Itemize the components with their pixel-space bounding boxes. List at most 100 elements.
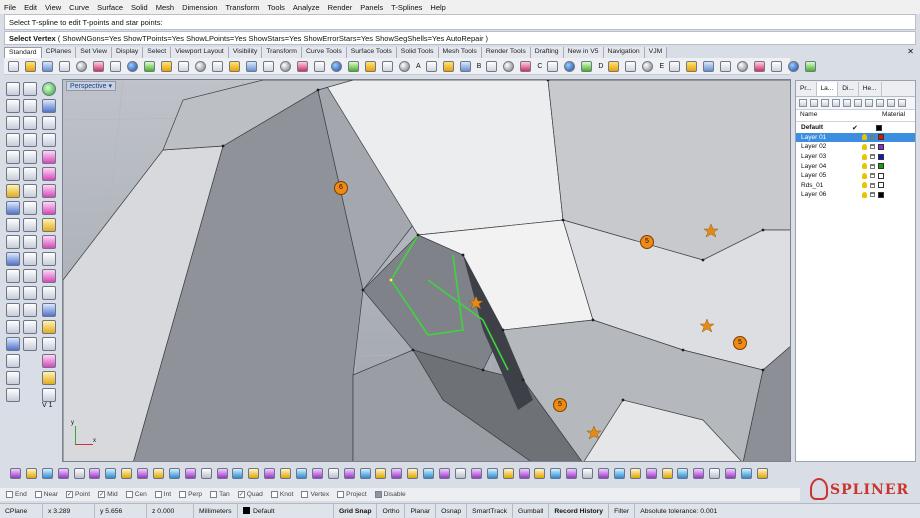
- layer-color-swatch[interactable]: [878, 191, 884, 198]
- osnap-checkbox[interactable]: [337, 491, 345, 498]
- layer-action-icon[interactable]: [854, 99, 862, 107]
- toolbar-tool-icon[interactable]: [42, 60, 53, 72]
- bottom-tool-icon[interactable]: [296, 468, 308, 479]
- tab-new-in-v5[interactable]: New in V5: [563, 47, 604, 58]
- status-units[interactable]: Millimeters: [194, 503, 238, 518]
- bottom-tool-icon[interactable]: [375, 468, 387, 479]
- left-tool-icon[interactable]: [6, 371, 20, 385]
- left-tool-icon[interactable]: [42, 218, 56, 232]
- tab-drafting[interactable]: Drafting: [530, 47, 564, 58]
- bottom-tool-icon[interactable]: [725, 468, 737, 479]
- bottom-tool-icon[interactable]: [693, 468, 705, 479]
- osnap-toggle[interactable]: Osnap: [436, 503, 468, 518]
- left-tool-icon[interactable]: [23, 82, 37, 96]
- grid-snap-toggle[interactable]: Grid Snap: [334, 503, 378, 518]
- bottom-tool-icon[interactable]: [25, 468, 37, 479]
- left-tool-icon[interactable]: [6, 116, 20, 130]
- osnap-checkbox[interactable]: [34, 491, 42, 498]
- bottom-tool-icon[interactable]: [343, 468, 355, 479]
- layer-lock-icon[interactable]: [870, 163, 875, 169]
- left-tool-icon[interactable]: [23, 303, 37, 317]
- bottom-tool-icon[interactable]: [264, 468, 276, 479]
- layer-row[interactable]: Layer 03: [796, 152, 915, 162]
- left-tool-icon[interactable]: [42, 371, 56, 385]
- menu-item-panels[interactable]: Panels: [360, 3, 383, 12]
- tspline-marker[interactable]: 6: [334, 181, 348, 195]
- toolbar-tool-icon[interactable]: [788, 60, 800, 72]
- layer-action-icon[interactable]: [843, 99, 851, 107]
- menu-item-transform[interactable]: Transform: [226, 3, 260, 12]
- osnap-checkbox[interactable]: [179, 491, 187, 498]
- toolbar-tool-icon[interactable]: [382, 60, 393, 72]
- layer-color-swatch[interactable]: [878, 172, 884, 179]
- left-tool-icon[interactable]: [6, 286, 20, 300]
- tab-set-view[interactable]: Set View: [76, 47, 112, 58]
- bottom-tool-icon[interactable]: [359, 468, 371, 479]
- bottom-tool-icon[interactable]: [10, 468, 21, 479]
- command-prompt-options[interactable]: ( ShowNGons=Yes ShowTPoints=Yes ShowLPoi…: [58, 34, 488, 43]
- tab-mesh-tools[interactable]: Mesh Tools: [438, 47, 482, 58]
- toolbar-tool-icon[interactable]: [608, 60, 620, 72]
- left-tool-icon[interactable]: [6, 354, 20, 368]
- layer-lock-icon[interactable]: [870, 192, 875, 198]
- layer-color-swatch[interactable]: [878, 143, 884, 150]
- left-tool-icon[interactable]: [42, 184, 56, 198]
- left-tool-icon[interactable]: [6, 303, 20, 317]
- bottom-tool-icon[interactable]: [423, 468, 435, 479]
- left-tool-icon[interactable]: [42, 116, 56, 130]
- toolbar-tool-icon[interactable]: [703, 60, 715, 72]
- menu-item-mesh[interactable]: Mesh: [156, 3, 174, 12]
- layer-color-swatch[interactable]: [878, 153, 884, 160]
- status-current-layer[interactable]: Default: [238, 503, 334, 518]
- left-tool-icon[interactable]: [23, 201, 37, 215]
- toolbar-tool-icon[interactable]: [365, 60, 376, 72]
- bottom-tool-icon[interactable]: [391, 468, 403, 479]
- layer-color-swatch[interactable]: [878, 163, 884, 170]
- osnap-checkbox[interactable]: ✓: [98, 491, 106, 498]
- layer-lock-icon[interactable]: [870, 144, 875, 150]
- toolbar-tool-icon[interactable]: [229, 60, 240, 72]
- left-tool-icon[interactable]: [42, 354, 56, 368]
- osnap-checkbox[interactable]: [301, 491, 309, 498]
- panel-tab[interactable]: Di...: [838, 81, 859, 96]
- tspline-model[interactable]: [63, 80, 791, 462]
- bottom-tool-icon[interactable]: [709, 468, 721, 479]
- left-tool-icon[interactable]: [23, 286, 37, 300]
- bottom-tool-icon[interactable]: [73, 468, 85, 479]
- left-tool-icon[interactable]: [6, 320, 20, 334]
- toolbar-tool-icon[interactable]: [486, 60, 498, 72]
- osnap-disable[interactable]: Disable: [374, 491, 406, 498]
- layer-row[interactable]: Layer 02: [796, 142, 915, 152]
- tspline-marker[interactable]: 5: [640, 235, 654, 249]
- osnap-cen[interactable]: Cen: [125, 491, 147, 498]
- left-tool-icon[interactable]: [42, 150, 56, 164]
- bottom-tool-icon[interactable]: [613, 468, 625, 479]
- layer-visibility-icon[interactable]: [862, 153, 867, 160]
- toolbar-tool-icon[interactable]: [520, 60, 532, 72]
- osnap-checkbox[interactable]: [210, 491, 218, 498]
- smarttrack-toggle[interactable]: SmartTrack: [467, 503, 514, 518]
- tab-solid-tools[interactable]: Solid Tools: [396, 47, 439, 58]
- left-tool-icon[interactable]: [42, 235, 56, 249]
- bottom-tool-icon[interactable]: [534, 468, 546, 479]
- osnap-vertex[interactable]: Vertex: [301, 491, 329, 498]
- left-tool-icon[interactable]: [42, 133, 56, 147]
- bottom-tool-icon[interactable]: [327, 468, 339, 479]
- layer-visibility-icon[interactable]: [862, 182, 867, 189]
- layer-visibility-icon[interactable]: [862, 134, 867, 141]
- toolbar-tool-icon[interactable]: [805, 60, 817, 72]
- left-tool-icon[interactable]: [23, 235, 37, 249]
- layer-lock-icon[interactable]: [870, 134, 875, 140]
- layer-row[interactable]: Rds_01: [796, 181, 915, 191]
- left-tool-icon[interactable]: [6, 218, 20, 232]
- bottom-tool-icon[interactable]: [184, 468, 196, 479]
- layer-color-swatch[interactable]: [876, 124, 882, 131]
- toolbar-tool-icon[interactable]: [348, 60, 359, 72]
- left-tool-icon[interactable]: [6, 388, 20, 402]
- left-tool-icon[interactable]: [42, 286, 56, 300]
- osnap-perp[interactable]: Perp: [179, 491, 202, 498]
- toolbar-tool-icon[interactable]: [297, 60, 308, 72]
- left-tool-icon[interactable]: [6, 269, 20, 283]
- bottom-tool-icon[interactable]: [740, 468, 752, 479]
- left-tool-icon[interactable]: [6, 167, 20, 181]
